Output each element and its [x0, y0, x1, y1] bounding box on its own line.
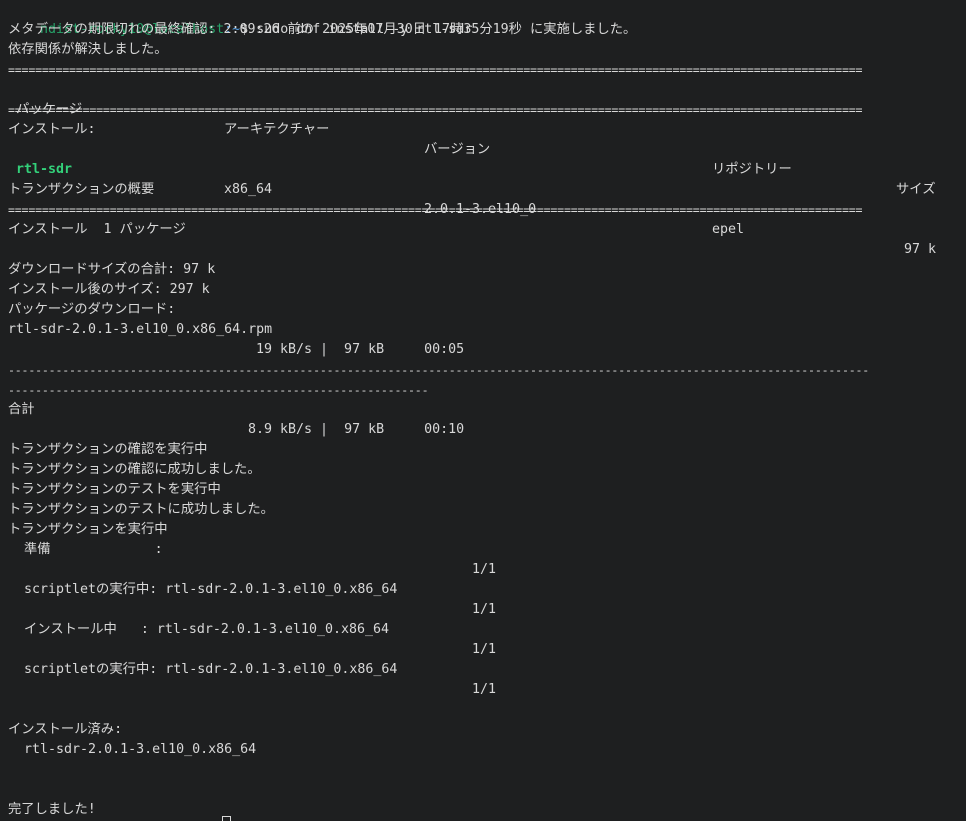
downloading-label: パッケージのダウンロード: — [8, 302, 176, 317]
tx-check-ok-line: トランザクションの確認に成功しました。 — [8, 462, 261, 477]
header-repo: リポジトリー — [712, 162, 792, 177]
step-prepare-line: 準備 : — [8, 542, 163, 557]
installed-size-line: インストール後のサイズ: 297 k — [8, 282, 210, 297]
package-name: rtl-sdr — [16, 162, 73, 177]
metadata-check-line: メタデータの期限切れの最終確認: 2:09:26 前の 2025年07月30日 … — [8, 22, 637, 37]
separator-eq-2: ========================================… — [8, 103, 863, 117]
package-repo: epel — [712, 222, 745, 237]
deps-resolved-line: 依存関係が解決しました。 — [8, 42, 168, 57]
package-arch: x86_64 — [224, 182, 273, 197]
installing-label: インストール: — [8, 122, 96, 137]
tx-running-line: トランザクションを実行中 — [8, 522, 168, 537]
step-install-line: インストール中 : rtl-sdr-2.0.1-3.el10_0.x86_64 — [8, 622, 390, 637]
complete-line: 完了しました! — [8, 802, 96, 817]
command-prompt-line: ndict-rocky10@localhost:~$ sudo dnf inst… — [8, 0, 472, 37]
tx-check-running-line: トランザクションの確認を実行中 — [8, 442, 208, 457]
tx-test-running-line: トランザクションのテストを実行中 — [8, 482, 221, 497]
step-counter-1: 1/1 — [472, 562, 497, 577]
separator-eq-1: ========================================… — [8, 63, 863, 77]
total-label: 合計 — [8, 402, 35, 417]
installed-label: インストール済み: — [8, 722, 123, 737]
separator-dash-2: ----------------------------------------… — [8, 383, 429, 397]
table-row: rtl-sdr x86_64 2.0.1-3.el10_0 epel 97 k — [0, 140, 966, 257]
terminal-window[interactable]: ndict-rocky10@localhost:~$ sudo dnf inst… — [0, 0, 966, 821]
tx-test-ok-line: トランザクションのテストに成功しました。 — [8, 502, 274, 517]
header-arch: アーキテクチャー — [224, 122, 330, 137]
text-cursor — [222, 816, 231, 821]
step-scriptlet-2-line: scriptletの実行中: rtl-sdr-2.0.1-3.el10_0.x8… — [8, 662, 398, 677]
install-count-line: インストール 1 パッケージ — [8, 222, 186, 237]
package-size: 97 k — [904, 242, 937, 257]
separator-dash-1: ----------------------------------------… — [8, 363, 870, 377]
table-header-row: パッケージ アーキテクチャー バージョン リポジトリー サイズ — [0, 80, 966, 197]
step-counter-2: 1/1 — [472, 602, 497, 617]
total-progress-line: 8.9 kB/s | 97 kB 00:10 — [248, 422, 465, 437]
separator-eq-3: ========================================… — [8, 203, 863, 217]
rpm-progress-line: 19 kB/s | 97 kB 00:05 — [256, 342, 465, 357]
installed-package-line: rtl-sdr-2.0.1-3.el10_0.x86_64 — [8, 742, 257, 757]
step-counter-4: 1/1 — [472, 682, 497, 697]
step-scriptlet-1-line: scriptletの実行中: rtl-sdr-2.0.1-3.el10_0.x8… — [8, 582, 398, 597]
header-size: サイズ — [896, 182, 936, 197]
transaction-summary-heading: トランザクションの概要 — [8, 182, 155, 197]
step-counter-3: 1/1 — [472, 642, 497, 657]
rpm-file-line: rtl-sdr-2.0.1-3.el10_0.x86_64.rpm — [8, 322, 273, 337]
download-size-line: ダウンロードサイズの合計: 97 k — [8, 262, 216, 277]
